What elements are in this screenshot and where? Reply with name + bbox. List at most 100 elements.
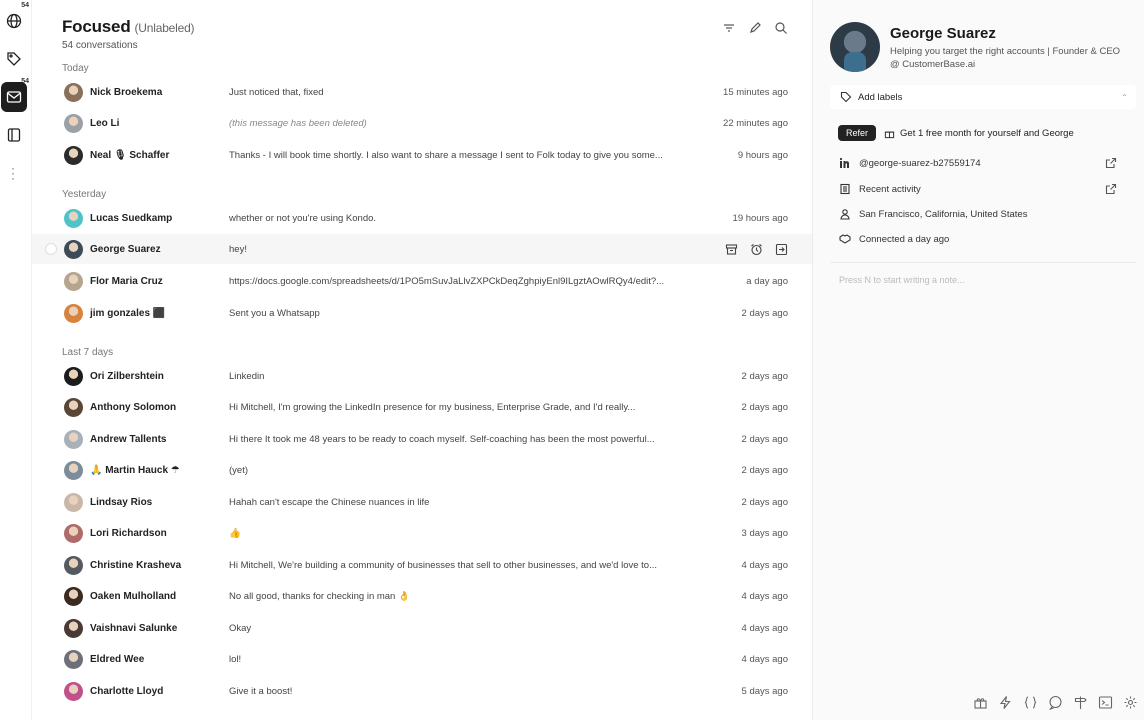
group-label-today: Today <box>62 63 89 74</box>
linkedin-row[interactable]: @george-suarez-b27559174 <box>839 157 1135 169</box>
tag-icon <box>7 52 21 66</box>
terminal-icon[interactable] <box>1098 695 1113 710</box>
avatar <box>64 397 83 417</box>
gift-icon <box>884 131 895 138</box>
conversation-row[interactable]: Eldred Wee lol! 4 days ago <box>32 644 812 674</box>
chat-icon[interactable] <box>1048 695 1063 710</box>
conversation-row[interactable]: George Suarez hey! <box>32 234 812 264</box>
message-preview: Sent you a Whatsapp <box>229 307 320 319</box>
timestamp: 2 days ago <box>741 496 788 508</box>
avatar <box>64 523 83 543</box>
contact-name: Flor Maria Cruz <box>90 275 163 287</box>
group-label-last-7-days: Last 7 days <box>62 347 114 358</box>
avatar <box>64 366 83 386</box>
alarm-clock-icon[interactable] <box>750 243 763 256</box>
inbox-badge: 54 <box>21 78 29 85</box>
avatar <box>64 208 83 228</box>
conversation-row[interactable]: Leo Li (this message has been deleted) 22 … <box>32 108 812 138</box>
conversation-row[interactable]: Lucas Suedkamp whether or not you're usin… <box>32 203 812 233</box>
conversation-row[interactable]: Neal 🎙 Schaffer Thanks - I will book time… <box>32 140 812 170</box>
page-title: Focused (Unlabeled) <box>62 17 195 36</box>
add-labels-label: Add labels <box>858 91 903 103</box>
contact-name: Lori Richardson <box>90 527 167 539</box>
braces-icon[interactable] <box>1023 695 1038 710</box>
conversation-row[interactable]: Anthony Solomon Hi Mitchell, I'm growing … <box>32 392 812 422</box>
more-menu-icon[interactable]: · · · <box>10 162 16 184</box>
timestamp: 19 hours ago <box>732 212 788 224</box>
divider <box>830 262 1136 263</box>
avatar <box>64 303 83 323</box>
select-radio[interactable] <box>45 243 57 255</box>
conversation-row[interactable]: Lindsay Rios Hahah can't escape the Chine… <box>32 487 812 517</box>
list-header: Focused (Unlabeled) 54 conversations <box>62 17 195 51</box>
conversation-row[interactable]: Christine Krasheva Hi Mitchell, We're bui… <box>32 550 812 580</box>
handshake-icon <box>839 234 851 244</box>
chevron-updown-icon: ⌃ <box>1121 92 1128 102</box>
signpost-icon[interactable] <box>1073 695 1088 710</box>
contact-name: Lindsay Rios <box>90 496 153 508</box>
recent-activity-row[interactable]: Recent activity <box>839 183 1135 195</box>
conversation-row[interactable]: Ori Zilbershtein Linkedin 2 days ago <box>32 361 812 391</box>
note-editor[interactable]: Press N to start writing a note... <box>839 275 965 285</box>
conversation-row[interactable]: 🙏 Martin Hauck ☂ (yet) 2 days ago <box>32 455 812 485</box>
conversation-row[interactable]: Andrew Tallents Hi there It took me 48 ye… <box>32 424 812 454</box>
conversation-row[interactable]: Nick Broekema Just noticed that, fixed 15 … <box>32 77 812 107</box>
conversation-row[interactable]: Oaken Mulholland No all good, thanks for … <box>32 581 812 611</box>
message-preview: hey! <box>229 243 247 255</box>
refer-button[interactable]: Refer <box>838 125 877 141</box>
message-preview: Hi there It took me 48 years to be ready… <box>229 433 655 445</box>
avatar <box>64 492 83 512</box>
external-link-icon[interactable] <box>1105 157 1117 169</box>
list-toolbar <box>722 21 788 35</box>
avatar <box>64 271 83 291</box>
timestamp: a day ago <box>746 275 788 287</box>
contact-name: George Suarez <box>890 25 996 42</box>
inbox-nav-button[interactable]: 54 <box>1 78 29 112</box>
conversation-row[interactable]: Flor Maria Cruz https://docs.google.com/s… <box>32 266 812 296</box>
message-preview: (this message has been deleted) <box>229 117 367 129</box>
contact-name: George Suarez <box>90 243 161 255</box>
filter-icon[interactable] <box>722 21 736 35</box>
conversation-row[interactable]: jim gonzales ⬛ Sent you a Whatsapp 2 days … <box>32 298 812 328</box>
contact-name: Christine Krasheva <box>90 559 182 571</box>
timestamp: 4 days ago <box>741 590 788 602</box>
contact-name: Nick Broekema <box>90 86 163 98</box>
linkedin-icon <box>839 157 849 168</box>
lightning-icon[interactable] <box>998 695 1013 710</box>
globe-nav-button[interactable]: 54 <box>1 2 30 36</box>
message-preview: Hi Mitchell, We're building a community … <box>229 559 657 571</box>
message-preview: No all good, thanks for checking in man … <box>229 590 410 602</box>
timestamp: 3 days ago <box>741 527 788 539</box>
labels-nav-button[interactable] <box>1 44 27 74</box>
globe-badge: 54 <box>20 2 30 9</box>
timestamp: 2 days ago <box>741 433 788 445</box>
add-labels-select[interactable]: Add labels ⌃ <box>830 85 1136 109</box>
conversation-row[interactable]: Vaishnavi Salunke Okay 4 days ago <box>32 613 812 643</box>
contact-name: Leo Li <box>90 117 120 129</box>
conversation-list: Focused (Unlabeled) 54 conversations Toda… <box>32 0 812 720</box>
avatar <box>64 460 83 480</box>
gift-icon[interactable] <box>973 695 988 710</box>
connected-row: Connected a day ago <box>839 233 949 245</box>
avatar <box>64 649 83 669</box>
compose-icon[interactable] <box>748 21 762 35</box>
contact-name: Oaken Mulholland <box>90 590 177 602</box>
document-icon <box>840 183 850 195</box>
contact-name: Vaishnavi Salunke <box>90 622 178 634</box>
avatar <box>64 555 83 575</box>
contact-name: jim gonzales ⬛ <box>90 307 166 319</box>
avatar <box>64 681 83 701</box>
contact-panel: George Suarez Helping you target the rig… <box>812 0 1144 720</box>
gear-icon[interactable] <box>1123 695 1138 710</box>
timestamp: 2 days ago <box>741 307 788 319</box>
person-pin-icon <box>840 209 850 220</box>
notes-nav-button[interactable] <box>1 120 27 150</box>
avatar <box>64 113 83 133</box>
open-panel-icon[interactable] <box>775 243 788 256</box>
message-preview: whether or not you're using Kondo. <box>229 212 377 224</box>
conversation-row[interactable]: Lori Richardson 👍 3 days ago <box>32 518 812 548</box>
external-link-icon[interactable] <box>1105 183 1117 195</box>
archive-icon[interactable] <box>725 243 738 256</box>
conversation-row[interactable]: Charlotte Lloyd Give it a boost! 5 days ag… <box>32 676 812 706</box>
search-icon[interactable] <box>774 21 788 35</box>
